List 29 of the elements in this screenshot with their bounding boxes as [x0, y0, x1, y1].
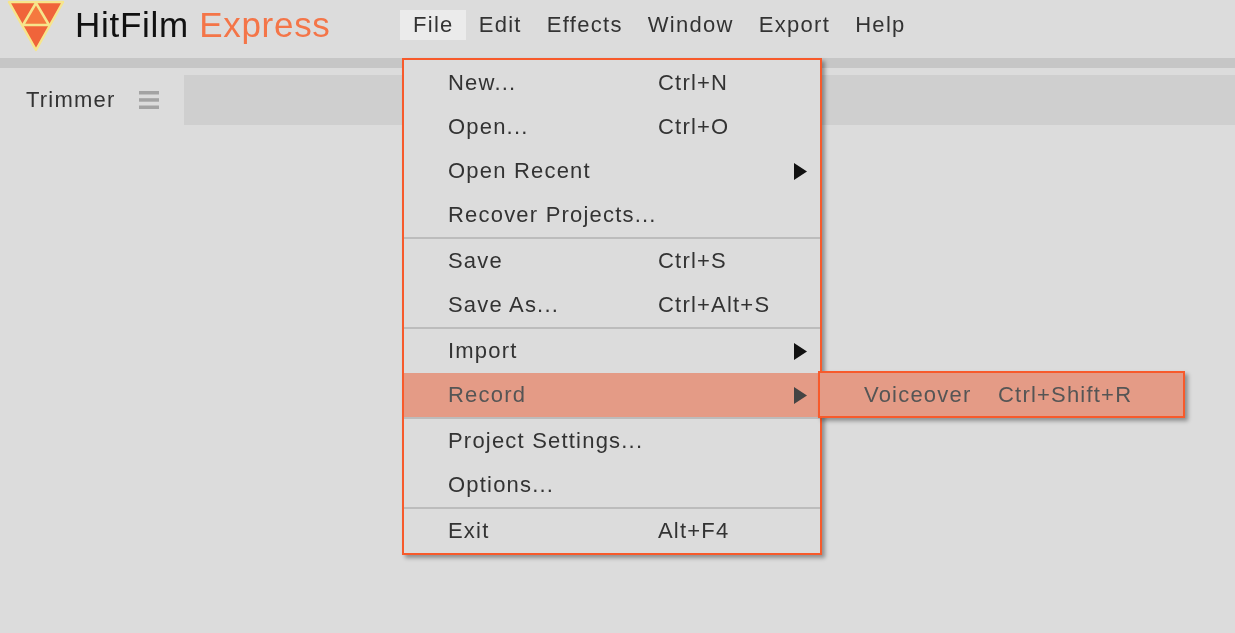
menu-bar-item[interactable]: Edit	[465, 10, 534, 40]
menu-icon[interactable]	[139, 91, 160, 109]
menu-item[interactable]: Recover Projects...	[404, 193, 820, 237]
shortcut-text: Ctrl+Shift+R	[998, 381, 1133, 408]
logo-icon	[7, 0, 65, 52]
shortcut-text: Ctrl+N	[658, 70, 729, 96]
shortcut-text: Ctrl+Alt+S	[658, 292, 771, 318]
menu-item[interactable]: New... Ctrl+N	[404, 61, 820, 105]
menu-bar-item[interactable]: Window	[634, 10, 746, 40]
menu-item[interactable]: Exit Alt+F4	[404, 509, 820, 553]
menu-bar-item[interactable]: File	[400, 10, 466, 40]
menu-item[interactable]: Open... Ctrl+O	[404, 105, 820, 149]
menu-item[interactable]: Options...	[404, 463, 820, 507]
menu-item[interactable]: Open Recent	[404, 149, 820, 193]
menu-item[interactable]: Save Ctrl+S	[404, 239, 820, 283]
menu-bar-item[interactable]: Export	[745, 10, 843, 40]
menu-item[interactable]: Save As... Ctrl+Alt+S	[404, 283, 820, 327]
shortcut-text: Ctrl+S	[658, 248, 727, 274]
caret-right-icon	[794, 342, 807, 360]
app-title: HitFilm Express	[75, 5, 331, 45]
caret-right-icon	[794, 386, 807, 404]
shortcut-text: Alt+F4	[658, 518, 730, 544]
shortcut-text: Ctrl+O	[658, 114, 730, 140]
caret-right-icon	[794, 162, 807, 180]
menu-item[interactable]: Import	[404, 329, 820, 373]
menu-bar-item[interactable]: Effects	[533, 10, 635, 40]
menu-bar-item[interactable]: Help	[842, 10, 918, 40]
panel-tab[interactable]: Trimmer	[0, 75, 184, 125]
menu-item[interactable]: Project Settings...	[404, 419, 820, 463]
